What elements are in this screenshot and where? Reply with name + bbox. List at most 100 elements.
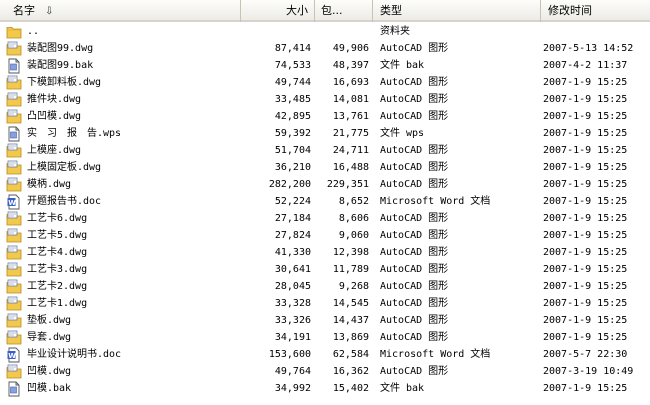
file-row[interactable]: W 开题报告书.doc 52,224 8,652 Microsoft Word 文档 20… [0,193,650,210]
file-packed-size: 16,488 [332,162,369,173]
file-packed-size: 15,402 [332,383,369,394]
file-size: 49,744 [274,77,311,88]
autocad-file-icon [6,41,22,57]
file-size: 41,330 [274,247,311,258]
file-name-cell: 推件块.dwg [0,91,241,108]
file-name: 工艺卡4.dwg [27,247,88,258]
autocad-file-icon [6,143,22,159]
file-row[interactable]: 工艺卡5.dwg 27,824 9,060 AutoCAD 图形 2007-1-9 15… [0,227,650,244]
column-header-packed[interactable]: 包... [315,0,373,22]
generic-file-icon [6,126,22,142]
file-name-cell: 工艺卡3.dwg [0,261,241,278]
file-modified: 2007-1-9 15:25 [543,94,628,105]
file-row[interactable]: W 毕业设计说明书.doc 153,600 62,584 Microsoft Word … [0,346,650,363]
file-name-cell: 下模卸料板.dwg [0,74,241,91]
file-name: 模柄.dwg [27,179,72,190]
file-name: 工艺卡2.dwg [27,281,88,292]
file-type: AutoCAD 图形 [380,281,449,292]
file-packed-size: 14,437 [332,315,369,326]
file-packed-size: 21,775 [332,128,369,139]
file-size: 33,485 [274,94,311,105]
file-type: AutoCAD 图形 [380,230,449,241]
file-row[interactable]: 推件块.dwg 33,485 14,081 AutoCAD 图形 2007-1-9 15… [0,91,650,108]
file-name: .. [27,26,40,37]
file-name: 工艺卡1.dwg [27,298,88,309]
file-row[interactable]: 导套.dwg 34,191 13,869 AutoCAD 图形 2007-1-9 15:… [0,329,650,346]
word-doc-icon: W [6,347,22,363]
column-header-packed-label: 包... [321,4,343,17]
file-type: AutoCAD 图形 [380,94,449,105]
file-row[interactable]: 上模座.dwg 51,704 24,711 AutoCAD 图形 2007-1-9 15… [0,142,650,159]
file-size: 153,600 [268,349,311,360]
file-modified: 2007-5-13 14:52 [543,43,634,54]
file-name: 垫板.dwg [27,315,72,326]
file-row[interactable]: 凹模.bak 34,992 15,402 文件 bak 2007-1-9 15:25 [0,380,650,397]
file-name: 装配图99.dwg [27,43,94,54]
file-name-cell: 工艺卡4.dwg [0,244,241,261]
file-row[interactable]: 工艺卡3.dwg 30,641 11,789 AutoCAD 图形 2007-1-9 1… [0,261,650,278]
file-name: 工艺卡3.dwg [27,264,88,275]
sort-down-arrow-icon: ⇩ [45,6,54,17]
column-header-name-label: 名字 [13,4,35,17]
column-header-size[interactable]: 大小 [241,0,315,22]
autocad-file-icon [6,279,22,295]
file-name-cell: W 毕业设计说明书.doc [0,346,241,363]
column-header-size-label: 大小 [286,4,308,17]
file-size: 33,326 [274,315,311,326]
file-type: AutoCAD 图形 [380,298,449,309]
file-modified: 2007-1-9 15:25 [543,196,628,207]
file-row[interactable]: 凸凹模.dwg 42,895 13,761 AutoCAD 图形 2007-1-9 15… [0,108,650,125]
file-modified: 2007-5-7 22:30 [543,349,628,360]
autocad-file-icon [6,92,22,108]
file-size: 51,704 [274,145,311,156]
file-size: 28,045 [274,281,311,292]
file-row[interactable]: 实 习 报 告.wps 59,392 21,775 文件 wps 2007-1-9 15… [0,125,650,142]
file-name-cell: 工艺卡1.dwg [0,295,241,312]
autocad-file-icon [6,177,22,193]
file-modified: 2007-1-9 15:25 [543,111,628,122]
file-row[interactable]: 装配图99.bak 74,533 48,397 文件 bak 2007-4-2 11:3… [0,57,650,74]
autocad-file-icon [6,228,22,244]
file-name-cell: 模柄.dwg [0,176,241,193]
file-modified: 2007-1-9 15:25 [543,128,628,139]
file-row[interactable]: 工艺卡2.dwg 28,045 9,268 AutoCAD 图形 2007-1-9 15… [0,278,650,295]
file-name-cell: W 开题报告书.doc [0,193,241,210]
file-row[interactable]: 工艺卡1.dwg 33,328 14,545 AutoCAD 图形 2007-1-9 1… [0,295,650,312]
autocad-file-icon [6,211,22,227]
file-packed-size: 13,761 [332,111,369,122]
file-size: 30,641 [274,264,311,275]
file-row[interactable]: 下模卸料板.dwg 49,744 16,693 AutoCAD 图形 2007-1-9 … [0,74,650,91]
file-name: 开题报告书.doc [27,196,102,207]
file-row[interactable]: 上模固定板.dwg 36,210 16,488 AutoCAD 图形 2007-1-9 … [0,159,650,176]
file-size: 42,895 [274,111,311,122]
file-packed-size: 14,545 [332,298,369,309]
file-row[interactable]: 垫板.dwg 33,326 14,437 AutoCAD 图形 2007-1-9 15:… [0,312,650,329]
file-modified: 2007-1-9 15:25 [543,247,628,258]
file-row[interactable]: 模柄.dwg 282,200 229,351 AutoCAD 图形 2007-1-9 1… [0,176,650,193]
file-row[interactable]: 工艺卡4.dwg 41,330 12,398 AutoCAD 图形 2007-1-9 1… [0,244,650,261]
column-header-name[interactable]: 名字 ⇩ [0,0,241,22]
file-packed-size: 9,060 [338,230,369,241]
file-packed-size: 48,397 [332,60,369,71]
file-type: AutoCAD 图形 [380,162,449,173]
column-header-type[interactable]: 类型 [373,0,541,22]
file-size: 34,992 [274,383,311,394]
generic-file-icon [6,381,22,397]
file-name-cell: 工艺卡2.dwg [0,278,241,295]
column-header-modified[interactable]: 修改时间 [541,0,650,22]
file-type: AutoCAD 图形 [380,264,449,275]
file-name-cell: 实 习 报 告.wps [0,125,241,142]
file-row[interactable]: 凹模.dwg 49,764 16,362 AutoCAD 图形 2007-3-19 10… [0,363,650,380]
file-name: 推件块.dwg [27,94,82,105]
file-row[interactable]: .. 资料夹 [0,23,650,40]
file-name-cell: 装配图99.dwg [0,40,241,57]
file-type: 文件 bak [380,383,425,394]
file-name: 毕业设计说明书.doc [27,349,122,360]
column-header-bar: 名字 ⇩ 大小 包... 类型 修改时间 [0,0,650,22]
file-name: 导套.dwg [27,332,72,343]
file-packed-size: 62,584 [332,349,369,360]
file-row[interactable]: 装配图99.dwg 87,414 49,906 AutoCAD 图形 2007-5-13… [0,40,650,57]
autocad-file-icon [6,245,22,261]
file-row[interactable]: 工艺卡6.dwg 27,184 8,606 AutoCAD 图形 2007-1-9 15… [0,210,650,227]
file-size: 33,328 [274,298,311,309]
